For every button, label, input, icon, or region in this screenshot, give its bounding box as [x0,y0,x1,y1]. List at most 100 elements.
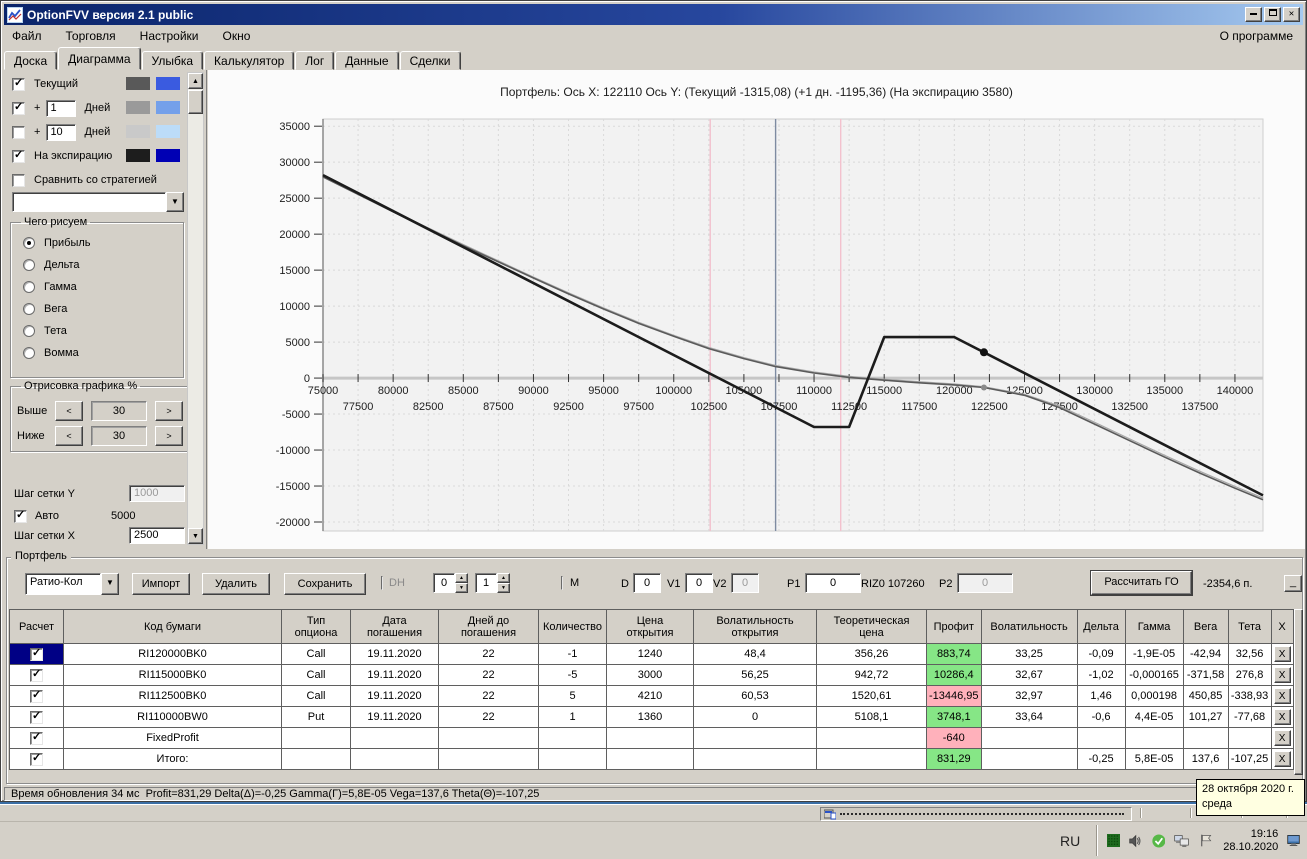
row-checkbox[interactable]: ✓ [30,752,43,766]
row-calc-cell[interactable]: ✓ [9,748,64,770]
dh-spinner-2[interactable]: 1 ▲ ▼ [475,573,510,595]
column-header[interactable]: Цена открытия [606,609,694,644]
volume-icon[interactable] [1129,832,1143,850]
column-header[interactable]: Код бумаги [63,609,282,644]
spin-up-icon[interactable]: ▲ [497,573,510,583]
network-grid-icon[interactable] [1107,831,1121,850]
series-checkbox[interactable]: ✓ [12,173,25,187]
auto-checkbox[interactable]: ✓ [14,509,27,523]
row-checkbox[interactable]: ✓ [30,710,43,724]
tab-Диаграмма[interactable]: Диаграмма [58,47,141,70]
column-header[interactable]: Тип опциона [281,609,351,644]
column-header[interactable]: X [1270,609,1294,644]
dh-checkbox[interactable]: ✓ [381,576,383,590]
remove-row-button[interactable]: X [1273,688,1291,704]
table-row[interactable]: ✓ RI110000BW0 Put 19.11.2020 22 1 1360 0 5108,1 3… [9,706,1294,728]
chevron-down-icon[interactable]: ▼ [101,573,119,595]
maximize-button[interactable] [1264,7,1281,22]
grid-step-y-input[interactable]: 1000 [129,485,185,502]
remove-row-button[interactable]: X [1273,751,1291,767]
column-header[interactable]: Волатильность открытия [693,609,817,644]
grid-step-x-input[interactable]: 2500 [129,527,185,544]
update-check-icon[interactable] [1152,831,1166,851]
spin-down-icon[interactable]: ▼ [455,583,468,593]
row-checkbox[interactable]: ✓ [30,731,43,745]
menu-item-Настройки[interactable]: Настройки [132,27,207,45]
column-header[interactable]: Вега [1182,609,1229,644]
taskbar-app-button[interactable] [820,807,1132,821]
field-input-P1[interactable]: 0 [805,573,861,593]
row-calc-cell[interactable]: ✓ [9,706,64,728]
strategy-select[interactable]: Ратио-Кол ▼ [25,573,119,595]
settings-scrollbar[interactable]: ▲ ▼ [187,72,204,545]
column-header[interactable]: Количество [538,609,607,644]
remove-row-button[interactable]: X [1273,709,1291,725]
save-button[interactable]: Сохранить [284,573,366,595]
chevron-down-icon[interactable]: ▼ [166,192,184,212]
row-remove-cell[interactable]: X [1270,727,1294,749]
column-header[interactable]: Волатильность [980,609,1078,644]
menu-item-Торговля[interactable]: Торговля [58,27,124,45]
row-remove-cell[interactable]: X [1270,706,1294,728]
radio-icon[interactable] [23,347,35,359]
row-remove-cell[interactable]: X [1270,643,1294,665]
increase-button[interactable]: > [155,401,183,421]
language-indicator[interactable]: RU [1060,833,1080,849]
radio-icon[interactable] [23,259,35,271]
calc-margin-button[interactable]: Рассчитать ГО [1090,570,1193,596]
row-checkbox[interactable]: ✓ [30,668,43,682]
remove-row-button[interactable]: X [1273,730,1291,746]
row-checkbox[interactable]: ✓ [30,689,43,703]
column-header[interactable]: Дельта [1076,609,1126,644]
payoff-chart[interactable]: 35000 30000 25000 20000 15000 10000 5000 0 -5000… [208,70,1305,549]
collapse-button[interactable]: _ [1284,575,1302,592]
spin-down-icon[interactable]: ▼ [497,583,510,593]
row-calc-cell[interactable]: ✓ [9,664,64,686]
days-input[interactable]: 10 [46,123,77,141]
series-checkbox[interactable]: ✓ [12,101,25,115]
field-input-D[interactable]: 0 [633,573,661,593]
remove-row-button[interactable]: X [1273,667,1291,683]
remove-row-button[interactable]: X [1273,646,1291,662]
radio-row-Вега[interactable]: Вега [23,298,177,320]
column-header[interactable]: Расчет [9,609,64,644]
column-header[interactable]: Теоретическая цена [816,609,927,644]
table-row[interactable]: ✓ FixedProfit -640 X [9,727,1294,749]
tab-Данные[interactable]: Данные [335,51,399,70]
row-checkbox[interactable]: ✓ [30,647,43,661]
decrease-button[interactable]: < [55,426,83,446]
tab-Калькулятор[interactable]: Калькулятор [204,51,295,70]
decrease-button[interactable]: < [55,401,83,421]
increase-button[interactable]: > [155,426,183,446]
row-calc-cell[interactable]: ✓ [9,643,64,665]
import-button[interactable]: Импорт [132,573,190,595]
tray-clock[interactable]: 19:16 28.10.2020 [1223,828,1278,854]
tab-Доска[interactable]: Доска [4,51,58,70]
radio-row-Дельта[interactable]: Дельта [23,254,177,276]
tab-Улыбка[interactable]: Улыбка [141,51,204,70]
scroll-up-icon[interactable]: ▲ [188,73,203,89]
column-header[interactable]: Гамма [1124,609,1184,644]
radio-row-Прибыль[interactable]: Прибыль [23,232,177,254]
scroll-down-icon[interactable]: ▼ [188,528,203,544]
row-remove-cell[interactable]: X [1270,685,1294,707]
scrollbar-thumb[interactable] [188,90,203,114]
close-button[interactable]: ✕ [1283,7,1300,22]
column-header[interactable]: Дата погашения [350,609,439,644]
table-row[interactable]: ✓ RI120000BK0 Call 19.11.2020 22 -1 1240 48,4 35… [9,643,1294,665]
series-checkbox[interactable]: ✓ [12,149,25,163]
series-checkbox[interactable]: ✓ [12,77,25,91]
menu-item-Файл[interactable]: Файл [4,27,50,45]
show-desktop-icon[interactable] [1287,832,1301,849]
menu-item-about[interactable]: О программе [1210,27,1303,45]
radio-icon[interactable] [23,325,35,337]
field-input-V1[interactable]: 0 [685,573,713,593]
column-header[interactable]: Тета [1227,609,1272,644]
row-remove-cell[interactable]: X [1270,664,1294,686]
radio-icon[interactable] [23,303,35,315]
spin-up-icon[interactable]: ▲ [455,573,468,583]
dh-spinner-1[interactable]: 0 ▲ ▼ [433,573,468,595]
p2-input[interactable]: 0 [957,573,1013,593]
tab-Сделки[interactable]: Сделки [399,51,461,70]
m-checkbox[interactable]: ✓ [561,576,563,590]
